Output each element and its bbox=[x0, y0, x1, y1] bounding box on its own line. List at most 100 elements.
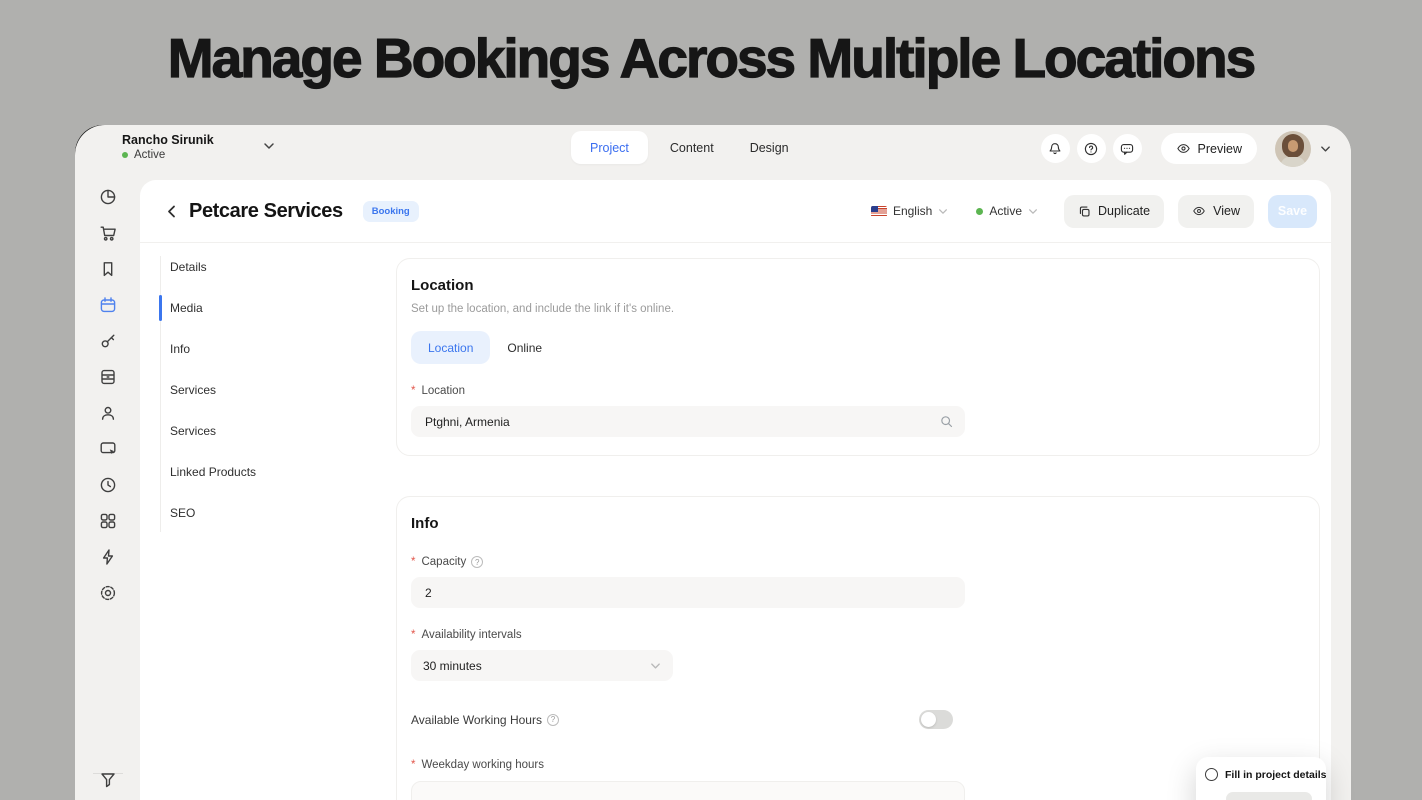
key-icon[interactable] bbox=[98, 331, 118, 351]
status-selector[interactable]: Active bbox=[976, 204, 1038, 218]
app-window: Rancho Sirunik Active Project Content De… bbox=[75, 125, 1351, 800]
bell-icon bbox=[1047, 141, 1063, 157]
working-hours-row: Available Working Hours ? bbox=[411, 710, 965, 729]
capacity-help-icon[interactable]: ? bbox=[471, 556, 483, 568]
info-heading: Info bbox=[411, 515, 1305, 532]
tab-online[interactable]: Online bbox=[490, 331, 559, 364]
location-heading: Location bbox=[411, 277, 1305, 294]
back-button[interactable] bbox=[166, 204, 177, 219]
topbar-right: Preview bbox=[1034, 125, 1331, 172]
feedback-button[interactable] bbox=[1113, 134, 1142, 163]
help-button[interactable] bbox=[1077, 134, 1106, 163]
stage: Manage Bookings Across Multiple Location… bbox=[0, 0, 1422, 800]
nav-item-info[interactable]: Info bbox=[170, 328, 396, 369]
topbar: Rancho Sirunik Active Project Content De… bbox=[75, 125, 1351, 172]
workspace-chevron-down-icon[interactable] bbox=[263, 142, 275, 150]
preview-label: Preview bbox=[1198, 142, 1242, 156]
filter-funnel-icon[interactable] bbox=[98, 770, 118, 790]
language-label: English bbox=[893, 204, 932, 218]
apps-grid-icon[interactable] bbox=[98, 511, 118, 531]
preview-button[interactable]: Preview bbox=[1161, 133, 1257, 164]
capacity-label: * Capacity ? bbox=[411, 556, 1305, 568]
eye-icon bbox=[1192, 205, 1206, 217]
avatar[interactable] bbox=[1275, 131, 1311, 167]
monday-accordion[interactable]: Monday bbox=[411, 781, 965, 800]
notifications-button[interactable] bbox=[1041, 134, 1070, 163]
location-input[interactable] bbox=[411, 406, 965, 437]
working-hours-help-icon[interactable]: ? bbox=[547, 714, 559, 726]
nav-item-seo[interactable]: SEO bbox=[170, 492, 396, 533]
checklist-radio[interactable] bbox=[1205, 768, 1218, 781]
save-button[interactable]: Save bbox=[1268, 195, 1317, 228]
tab-project[interactable]: Project bbox=[571, 131, 648, 164]
pie-chart-icon[interactable] bbox=[98, 187, 118, 207]
nav-item-media[interactable]: Media bbox=[170, 287, 396, 328]
working-hours-label: Available Working Hours ? bbox=[411, 713, 559, 727]
main-panel: Petcare Services Booking English Active bbox=[140, 180, 1331, 800]
status-dot bbox=[976, 208, 983, 215]
location-type-tabs: Location Online bbox=[411, 331, 1305, 364]
intervals-select[interactable]: 30 minutes bbox=[411, 650, 673, 681]
us-flag-icon bbox=[871, 206, 887, 217]
tab-design[interactable]: Design bbox=[736, 131, 803, 164]
clock-icon[interactable] bbox=[98, 475, 118, 495]
lightning-icon[interactable] bbox=[98, 547, 118, 567]
intervals-value: 30 minutes bbox=[423, 659, 482, 673]
copy-icon bbox=[1078, 205, 1091, 218]
settings-gear-icon[interactable] bbox=[98, 583, 118, 603]
required-marker: * bbox=[411, 759, 415, 771]
required-marker: * bbox=[411, 556, 415, 568]
workspace-switcher[interactable]: Rancho Sirunik Active bbox=[122, 133, 214, 161]
view-label: View bbox=[1213, 204, 1240, 218]
required-marker: * bbox=[411, 629, 415, 641]
location-field-label: * Location bbox=[411, 385, 1305, 397]
required-marker: * bbox=[411, 385, 415, 397]
search-icon bbox=[939, 414, 954, 429]
form-area: Location Set up the location, and includ… bbox=[396, 244, 1331, 800]
capacity-input[interactable] bbox=[411, 577, 965, 608]
location-card: Location Set up the location, and includ… bbox=[396, 258, 1320, 456]
booking-badge: Booking bbox=[363, 201, 419, 222]
duplicate-label: Duplicate bbox=[1098, 204, 1150, 218]
topbar-tabs: Project Content Design bbox=[571, 131, 803, 164]
user-menu-chevron-down-icon[interactable] bbox=[1320, 145, 1331, 153]
entity-title: Petcare Services bbox=[189, 200, 343, 223]
location-description: Set up the location, and include the lin… bbox=[411, 303, 1305, 315]
view-button[interactable]: View bbox=[1178, 195, 1254, 228]
info-card: Info * Capacity ? * Availability interva… bbox=[396, 496, 1320, 800]
shopping-cart-icon[interactable] bbox=[98, 223, 118, 243]
page-title: Manage Bookings Across Multiple Location… bbox=[0, 26, 1422, 90]
chat-icon bbox=[1119, 141, 1135, 157]
question-circle-icon bbox=[1083, 141, 1099, 157]
working-hours-toggle[interactable] bbox=[919, 710, 953, 729]
sidebar bbox=[75, 172, 140, 800]
calendar-icon[interactable] bbox=[98, 295, 118, 315]
avatar-face bbox=[1288, 140, 1298, 152]
workspace-status: Active bbox=[134, 149, 165, 161]
checklist-progress-bar bbox=[1226, 792, 1312, 800]
workspace-status-dot bbox=[122, 152, 128, 158]
duplicate-button[interactable]: Duplicate bbox=[1064, 195, 1164, 228]
user-icon[interactable] bbox=[98, 403, 118, 423]
chevron-left-icon bbox=[166, 204, 177, 219]
nav-item-services-2[interactable]: Services bbox=[170, 410, 396, 451]
nav-item-linked-products[interactable]: Linked Products bbox=[170, 451, 396, 492]
weekday-label: * Weekday working hours bbox=[411, 759, 1305, 771]
status-label: Active bbox=[989, 204, 1022, 218]
archive-icon[interactable] bbox=[98, 367, 118, 387]
nav-item-details[interactable]: Details bbox=[170, 246, 396, 287]
checklist-popup: Fill in project details bbox=[1196, 757, 1326, 800]
bookmark-icon[interactable] bbox=[98, 259, 118, 279]
nav-item-services[interactable]: Services bbox=[170, 369, 396, 410]
eye-icon bbox=[1176, 142, 1191, 155]
status-chevron-down-icon bbox=[1028, 208, 1038, 215]
presentation-icon[interactable] bbox=[98, 439, 118, 459]
language-selector[interactable]: English bbox=[871, 204, 948, 218]
editor-header: Petcare Services Booking English Active bbox=[140, 180, 1331, 243]
tab-location[interactable]: Location bbox=[411, 331, 490, 364]
checklist-label: Fill in project details bbox=[1225, 769, 1327, 781]
language-chevron-down-icon bbox=[938, 208, 948, 215]
tab-content[interactable]: Content bbox=[656, 131, 728, 164]
select-chevron-down-icon bbox=[650, 662, 661, 670]
workspace-name: Rancho Sirunik bbox=[122, 133, 214, 147]
